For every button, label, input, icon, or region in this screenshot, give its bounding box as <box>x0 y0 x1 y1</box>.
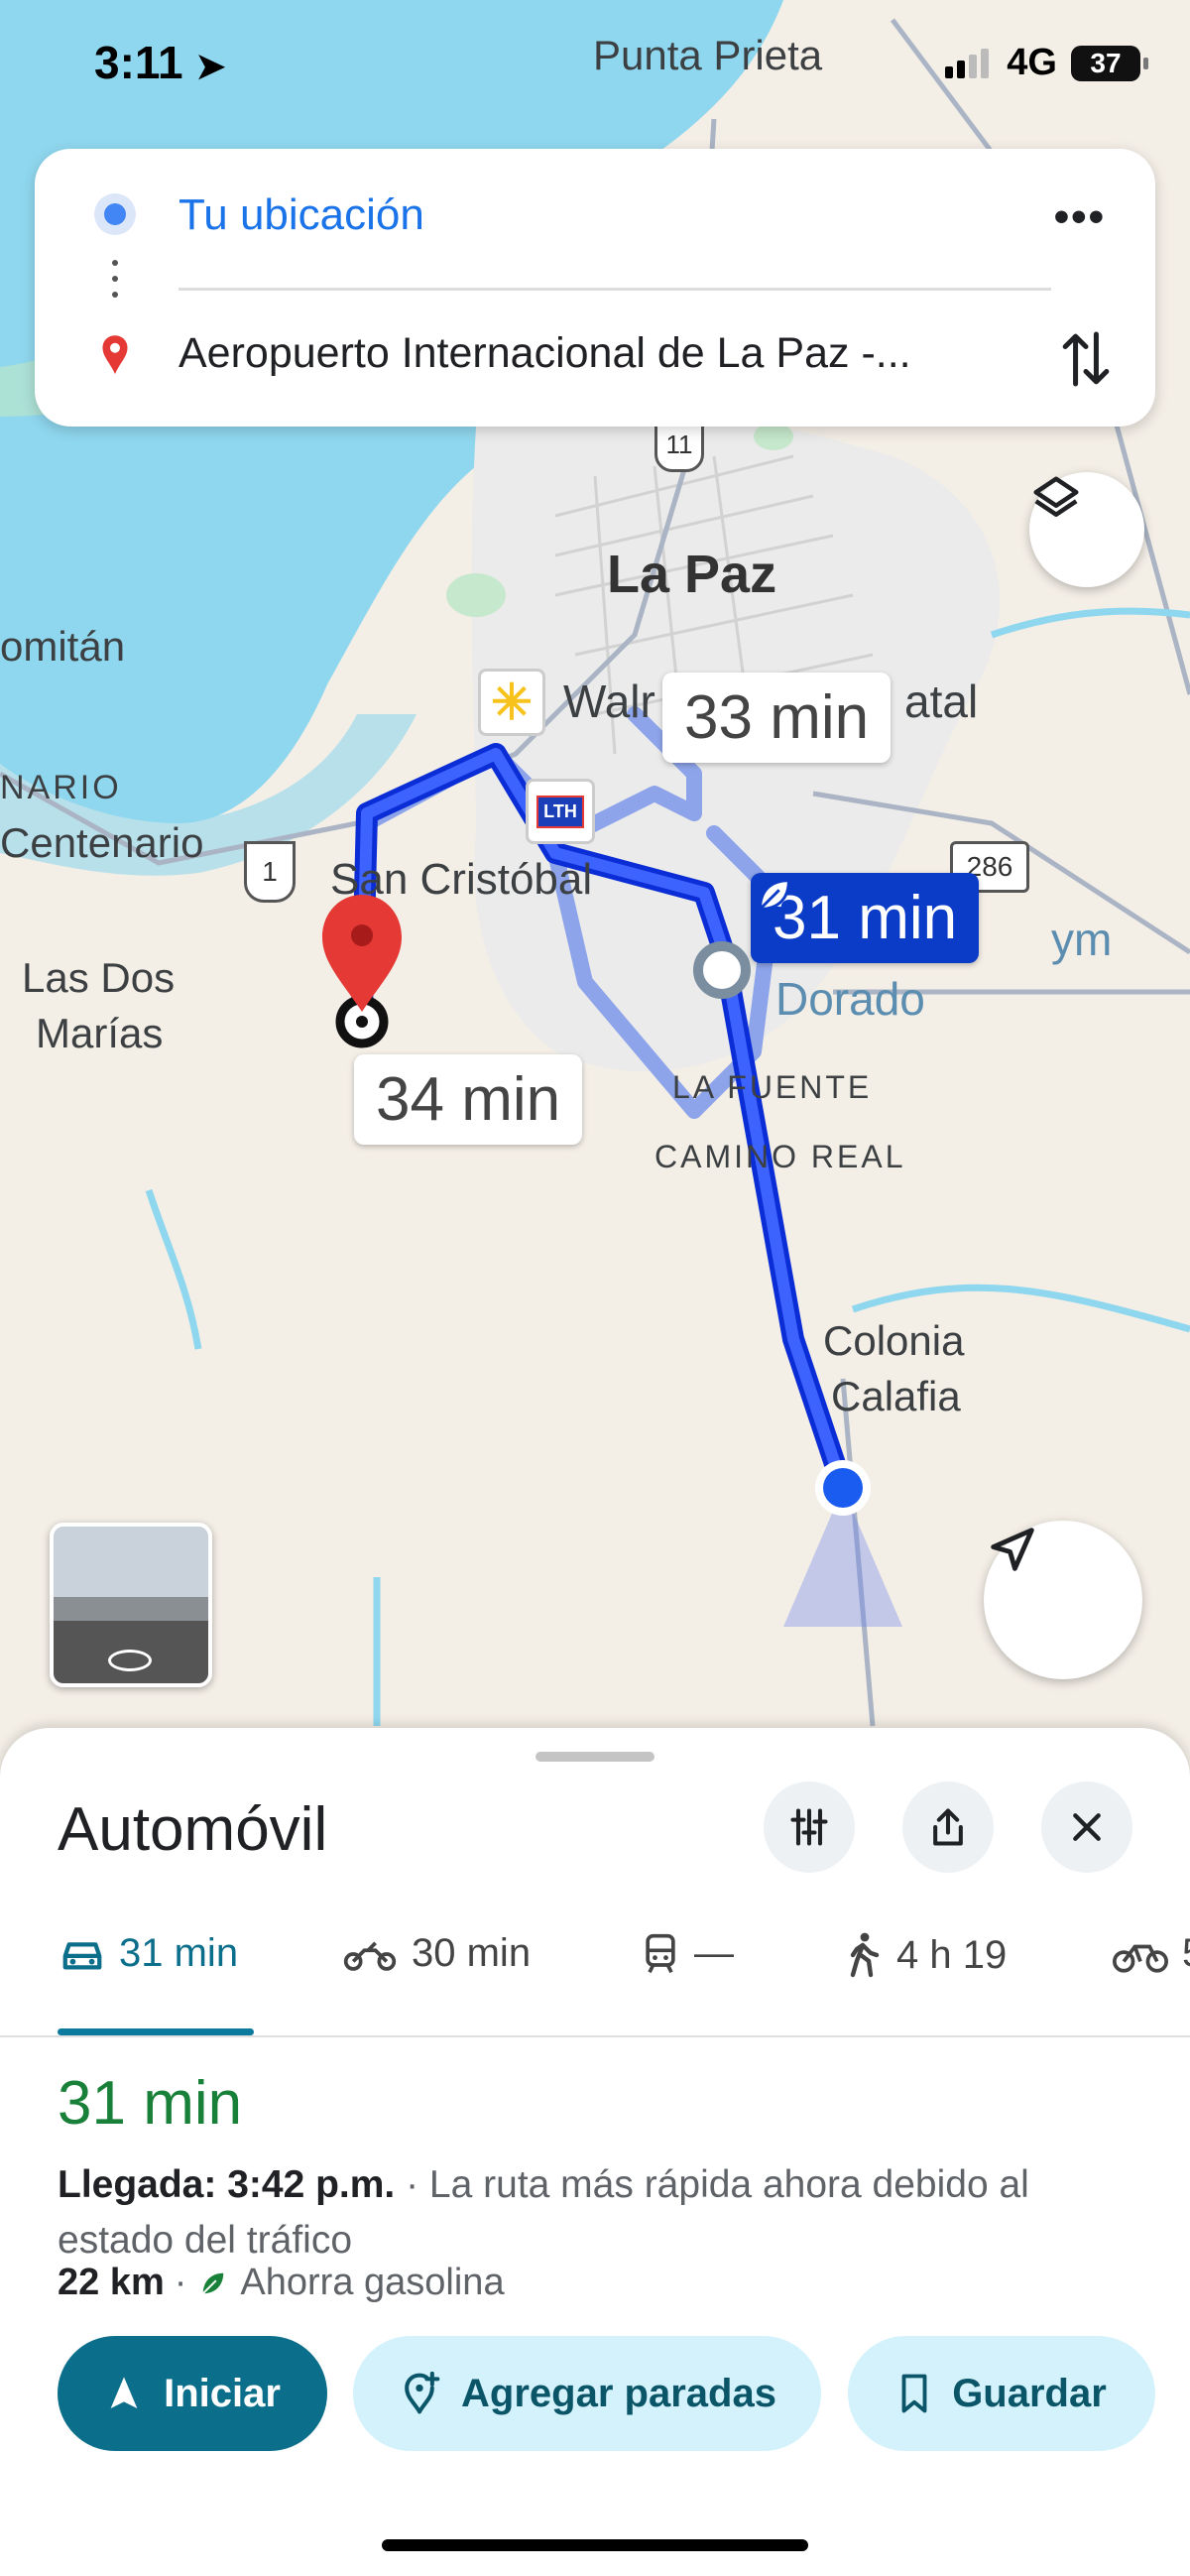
lth-store-icon[interactable]: LTH <box>526 779 595 844</box>
close-icon <box>1073 1813 1101 1841</box>
sliders-icon <box>790 1808 828 1846</box>
map-label-nario: NARIO <box>0 769 122 806</box>
tabs-divider <box>0 2035 1190 2037</box>
swap-vertical-icon[interactable] <box>1061 327 1111 391</box>
tab-walk-label: 4 h 19 <box>896 1932 1008 1977</box>
travel-mode-tabs: 31 min 30 min — 4 h 19 5 <box>0 1931 1190 2025</box>
start-button-label: Iniciar <box>164 2371 281 2415</box>
destination-field[interactable]: Aeropuerto Internacional de La Paz -... <box>178 329 911 378</box>
route-options-button[interactable] <box>764 1781 855 1873</box>
map-label-san-cristobal: San Cristóbal <box>330 855 593 904</box>
tab-walk[interactable]: 4 h 19 <box>843 1931 1007 1979</box>
tab-motorcycle[interactable]: 30 min <box>342 1931 531 1976</box>
lth-logo-text: LTH <box>536 795 584 828</box>
layers-button[interactable] <box>1029 472 1144 587</box>
route-time-alt1[interactable]: 33 min <box>662 673 892 763</box>
arrival-time: Llegada: 3:42 p.m. <box>58 2163 396 2206</box>
road-shield-1: 1 <box>244 841 296 903</box>
save-button[interactable]: Guardar <box>848 2336 1155 2451</box>
transit-icon <box>646 1933 675 1973</box>
share-button[interactable] <box>902 1781 994 1873</box>
arrival-info: Llegada: 3:42 p.m. · La ruta más rápida … <box>58 2157 1138 2269</box>
status-time: 3:11 ➤ <box>94 36 225 89</box>
street-view-360-icon <box>108 1650 152 1671</box>
navigation-arrow-icon <box>991 1528 1034 1571</box>
directions-search-card: Tu ubicación Aeropuerto Internacional de… <box>35 149 1155 427</box>
sheet-drag-handle[interactable] <box>536 1752 654 1762</box>
status-time-text: 3:11 <box>94 37 183 88</box>
add-stops-button[interactable]: Agregar paradas <box>353 2336 821 2451</box>
distance-separator: · <box>174 2262 187 2303</box>
map-label-dorado: Dorado <box>775 973 925 1025</box>
route-time-selected[interactable]: 31 min <box>751 873 980 963</box>
recenter-button[interactable] <box>984 1521 1142 1679</box>
close-button[interactable] <box>1041 1781 1132 1873</box>
signal-icon <box>945 48 993 78</box>
tab-motorcycle-label: 30 min <box>412 1931 532 1975</box>
directions-bottom-sheet: Automóvil 31 min 30 min — 4 h 19 5 <box>0 1728 1190 2576</box>
map-label-la-fuente: LA FUENTE <box>672 1069 873 1105</box>
map-label-comitan: omitán <box>0 623 126 670</box>
map-label-colonia: Colonia <box>823 1317 965 1364</box>
battery-icon: 37 <box>1071 45 1148 81</box>
route-dots-icon <box>112 260 118 307</box>
save-button-label: Guardar <box>952 2371 1107 2415</box>
tab-transit[interactable]: — <box>641 1931 734 1976</box>
map-label-centenario: Centenario <box>0 819 204 866</box>
tab-car-label: 31 min <box>119 1931 239 1975</box>
distance-info: 22 km · Ahorra gasolina <box>58 2262 505 2304</box>
tab-bike[interactable]: 5 <box>1113 1931 1190 1976</box>
active-tab-indicator <box>58 2028 254 2035</box>
map-label-camino-real: CAMINO REAL <box>654 1139 906 1174</box>
map-label-calafia: Calafia <box>831 1373 961 1419</box>
walmart-icon[interactable]: ✳ <box>478 669 545 736</box>
more-horizontal-icon: ••• <box>1053 192 1106 241</box>
bike-icon <box>1113 1944 1168 1973</box>
route-duration: 31 min <box>58 2069 243 2138</box>
origin-field[interactable]: Tu ubicación <box>178 190 424 240</box>
tab-bike-label: 5 <box>1182 1931 1190 1976</box>
walk-icon <box>850 1932 880 1978</box>
tab-car[interactable]: 31 min <box>60 1931 238 1976</box>
navigation-icon <box>110 2377 138 2408</box>
route-time-alt2[interactable]: 34 min <box>354 1054 583 1145</box>
route-time-selected-label: 31 min <box>773 884 958 952</box>
map-label-walmart: Walr <box>563 675 655 727</box>
field-divider <box>178 288 1051 291</box>
route-distance: 22 km <box>58 2262 165 2303</box>
tab-transit-label: — <box>694 1931 734 1975</box>
network-label: 4G <box>1007 42 1057 83</box>
start-button[interactable]: Iniciar <box>58 2336 327 2451</box>
location-arrow-icon: ➤ <box>195 46 226 86</box>
add-location-icon <box>405 2372 440 2414</box>
street-view-thumbnail[interactable] <box>50 1523 212 1687</box>
map-label-las-dos: Las Dos <box>22 954 176 1001</box>
map-label-la-paz: La Paz <box>607 545 777 604</box>
motorcycle-icon <box>343 1940 397 1971</box>
status-bar: 3:11 ➤ 4G 37 <box>0 0 1190 129</box>
share-icon <box>933 1808 963 1846</box>
status-icons: 4G 37 <box>945 42 1148 84</box>
eco-leaf-icon <box>759 879 790 911</box>
layers-icon <box>1033 476 1079 517</box>
bookmark-icon <box>901 2374 927 2413</box>
car-icon <box>62 1941 102 1970</box>
more-options-button[interactable]: ••• <box>1054 192 1106 242</box>
map-label-atal: atal <box>904 675 979 727</box>
origin-dot-icon <box>104 203 126 225</box>
add-stops-button-label: Agregar paradas <box>461 2371 776 2415</box>
eco-leaf-icon <box>201 2270 226 2295</box>
map-label-ym: ym <box>1051 914 1113 965</box>
destination-pin-icon <box>102 335 128 374</box>
eco-label: Ahorra gasolina <box>240 2262 505 2303</box>
home-indicator[interactable] <box>382 2539 808 2551</box>
map-label-marias: Marías <box>36 1010 164 1056</box>
sheet-title: Automóvil <box>58 1795 328 1864</box>
